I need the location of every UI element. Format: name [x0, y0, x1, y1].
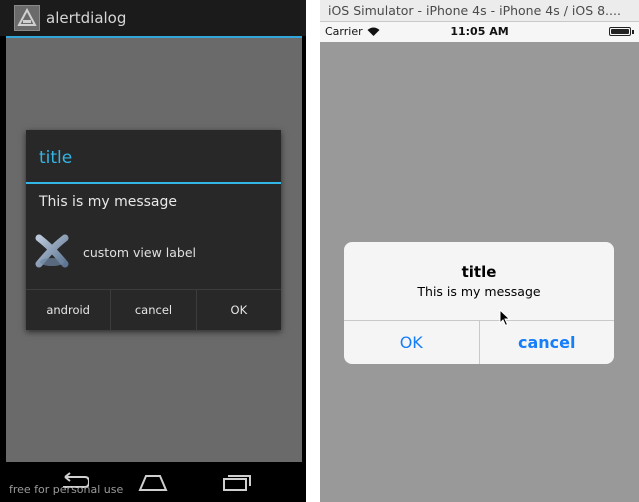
window-title-text: iOS Simulator - iPhone 4s - iPhone 4s / … — [328, 3, 621, 18]
android-button[interactable]: android — [26, 290, 110, 330]
home-icon[interactable] — [136, 472, 170, 492]
alert-message: This is my message — [417, 284, 541, 299]
simulator-window-title: iOS Simulator - iPhone 4s - iPhone 4s / … — [320, 0, 639, 22]
status-bar: Carrier 11:05 AM — [320, 22, 639, 42]
dialog-title: title — [39, 148, 73, 168]
dialog-button-row: android cancel OK — [26, 289, 281, 330]
custom-view-label: custom view label — [83, 245, 196, 260]
battery-tip — [632, 30, 634, 34]
app-screen: title This is my message OK cancel — [320, 42, 639, 502]
recent-apps-icon[interactable] — [220, 472, 254, 492]
alert-dialog: title This is my message custom view lab… — [26, 130, 281, 330]
alert-button-row: OK cancel — [344, 320, 614, 364]
action-bar: alertdialog — [0, 0, 306, 36]
app-logo-icon — [14, 5, 40, 31]
ok-button[interactable]: OK — [344, 321, 479, 364]
cancel-button[interactable]: cancel — [478, 321, 615, 364]
android-emulator: alertdialog title This is my message cus… — [0, 0, 306, 502]
watermark: free for personal use — [9, 483, 124, 496]
mouse-cursor-icon — [499, 309, 511, 327]
title-divider — [26, 182, 281, 184]
app-title: alertdialog — [46, 9, 127, 27]
ios-alert: title This is my message OK cancel — [344, 242, 614, 364]
cancel-button[interactable]: cancel — [110, 290, 195, 330]
ok-button[interactable]: OK — [195, 290, 281, 330]
ios-simulator: iOS Simulator - iPhone 4s - iPhone 4s / … — [320, 0, 639, 502]
dialog-message: This is my message — [39, 194, 177, 210]
battery-icon — [609, 27, 631, 36]
status-time: 11:05 AM — [450, 25, 509, 38]
xamarin-logo-icon — [35, 234, 69, 268]
alert-title: title — [461, 263, 497, 281]
